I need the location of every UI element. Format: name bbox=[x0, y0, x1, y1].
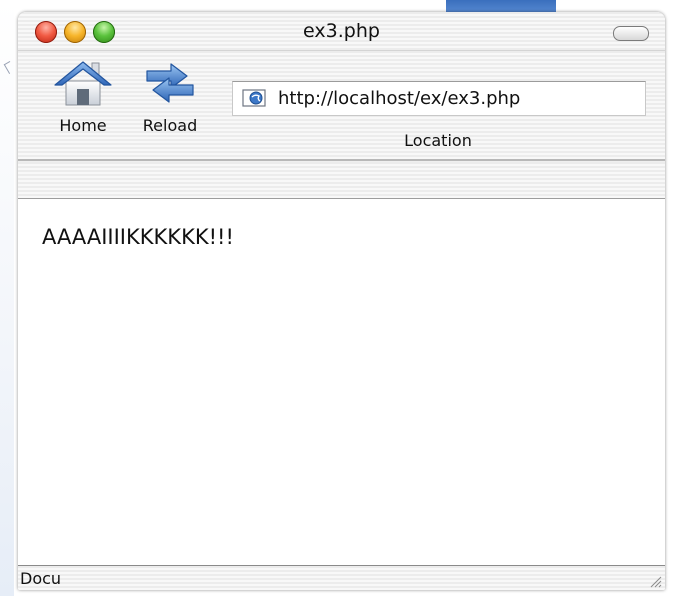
status-bar: Docu bbox=[18, 565, 665, 590]
reload-button[interactable]: Reload bbox=[130, 59, 210, 135]
reload-icon bbox=[146, 63, 194, 103]
title-bar[interactable]: ex3.php bbox=[18, 12, 665, 51]
location-label: Location bbox=[404, 131, 472, 150]
toolbar-toggle-icon[interactable] bbox=[613, 26, 649, 41]
home-button[interactable]: Home bbox=[44, 59, 122, 135]
page-icon bbox=[242, 89, 266, 107]
browser-window: ex3.php Home Reload http://localhost/ex/… bbox=[18, 12, 665, 590]
toolbar: Home Reload http://localhost/ex/ex3.php … bbox=[18, 51, 665, 159]
location-url[interactable]: http://localhost/ex/ex3.php bbox=[278, 82, 520, 115]
desktop-fragment bbox=[3, 60, 16, 75]
location-field[interactable]: http://localhost/ex/ex3.php bbox=[232, 81, 646, 116]
home-label: Home bbox=[59, 116, 107, 135]
tab-strip bbox=[18, 162, 665, 199]
reload-label: Reload bbox=[142, 116, 198, 135]
home-icon bbox=[54, 61, 112, 106]
page-content: AAAAIIIIKKKKKK!!! bbox=[18, 199, 665, 565]
window-title: ex3.php bbox=[303, 20, 380, 42]
resize-grip-icon[interactable] bbox=[648, 574, 662, 588]
page-text: AAAAIIIIKKKKKK!!! bbox=[42, 225, 234, 249]
desktop-backdrop bbox=[0, 0, 16, 596]
status-text: Docu bbox=[20, 569, 62, 588]
